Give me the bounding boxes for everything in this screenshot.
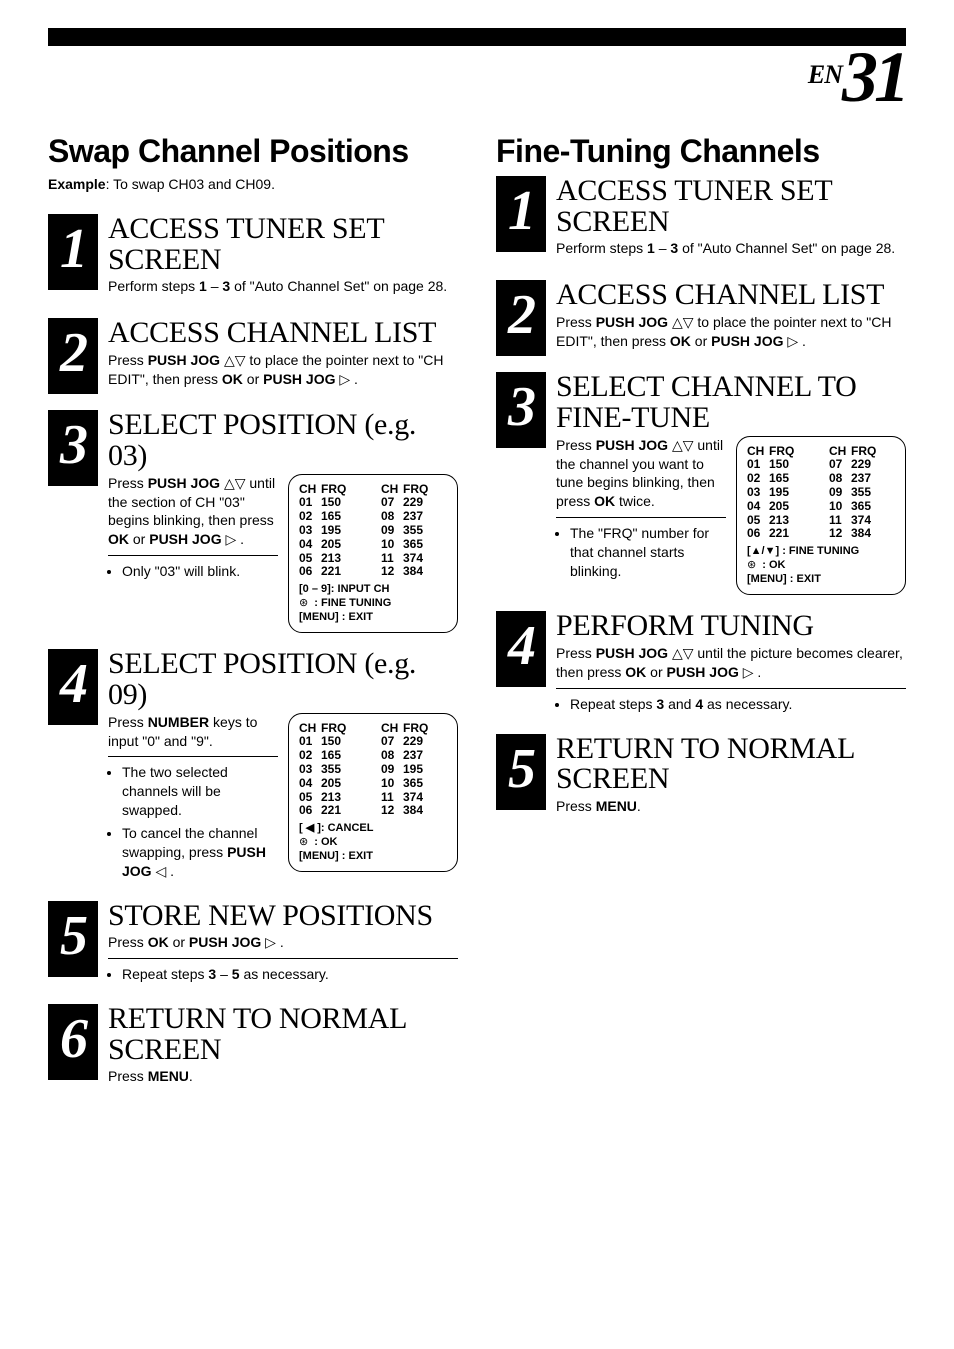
step-number: 2 (496, 280, 546, 356)
step-title: ACCESS TUNER SET SCREEN (556, 176, 906, 237)
ok-icon (299, 597, 311, 609)
step-title: RETURN TO NORMAL SCREEN (556, 734, 906, 795)
step-title: SELECT POSITION (e.g. 03) (108, 410, 458, 471)
up-icon (224, 475, 235, 491)
left-column: Swap Channel Positions Example: To swap … (48, 133, 458, 1108)
divider (108, 958, 458, 959)
step-title: SELECT POSITION (e.g. 09) (108, 649, 458, 710)
step-text: Perform steps 1 – 3 of "Auto Channel Set… (556, 239, 906, 258)
step-title: STORE NEW POSITIONS (108, 901, 458, 932)
header-bar (48, 28, 906, 46)
step-number: 4 (496, 611, 546, 687)
step-text: Press PUSH JOG until the channel you wan… (556, 436, 726, 512)
step-number: 1 (496, 176, 546, 252)
right-column: Fine-Tuning Channels 1 ACCESS TUNER SET … (496, 133, 906, 1108)
divider (556, 688, 906, 689)
note-bullet: Only "03" will blink. (122, 562, 278, 581)
osd-col-a: CHFRQ 011500216503195042050521306221 (747, 445, 813, 542)
right-icon (225, 531, 236, 547)
step-text: Press PUSH JOG until the section of CH "… (108, 474, 278, 550)
osd-col-a: CHFRQ 011500216503195042050521306221 (299, 483, 365, 580)
right-step-5: 5 RETURN TO NORMAL SCREEN Press MENU. (496, 734, 906, 822)
step-number: 1 (48, 214, 98, 290)
osd-panel: CHFRQ 011500216503195042050521306221 CHF… (736, 436, 906, 596)
step-text: Press MENU. (556, 797, 906, 816)
left-step-2: 2 ACCESS CHANNEL LIST Press PUSH JOG to … (48, 318, 458, 394)
step-number: 4 (48, 649, 98, 725)
step-title: PERFORM TUNING (556, 611, 906, 642)
up-icon (672, 437, 683, 453)
osd-footer: [ ◀ ]: CANCEL : OK [MENU] : EXIT (299, 822, 447, 863)
note-bullet: The "FRQ" number for that channel starts… (570, 524, 726, 581)
left-step-4: 4 SELECT POSITION (e.g. 09) Press NUMBER… (48, 649, 458, 884)
step-title: SELECT CHANNEL TO FINE-TUNE (556, 372, 906, 433)
swap-heading: Swap Channel Positions (48, 133, 458, 170)
down-icon (683, 314, 694, 330)
note-bullet: Repeat steps 3 and 4 as necessary. (570, 695, 906, 714)
step-text: Press PUSH JOG to place the pointer next… (556, 313, 906, 351)
up-icon (672, 645, 683, 661)
divider (556, 517, 726, 518)
page-number: EN31 (808, 36, 906, 119)
left-step-6: 6 RETURN TO NORMAL SCREEN Press MENU. (48, 1004, 458, 1092)
right-step-4: 4 PERFORM TUNING Press PUSH JOG until th… (496, 611, 906, 717)
step-number: 3 (48, 410, 98, 486)
osd-panel: CHFRQ 011500216503355042050521306221 CHF… (288, 713, 458, 873)
right-icon (787, 333, 798, 349)
step-text: Press PUSH JOG to place the pointer next… (108, 351, 458, 389)
right-icon (743, 664, 754, 680)
up-icon (672, 314, 683, 330)
right-step-3: 3 SELECT CHANNEL TO FINE-TUNE Press PUSH… (496, 372, 906, 595)
osd-col-b: CHFRQ 072290823709355103651137412384 (829, 445, 895, 542)
ok-icon (747, 559, 759, 571)
step-title: ACCESS CHANNEL LIST (108, 318, 458, 349)
note-bullet: The two selected channels will be swappe… (122, 763, 278, 820)
down-icon (235, 475, 246, 491)
osd-panel: CHFRQ 011500216503195042050521306221 CHF… (288, 474, 458, 634)
step-number: 3 (496, 372, 546, 448)
divider (108, 555, 278, 556)
step-number: 6 (48, 1004, 98, 1080)
left-icon (155, 863, 166, 879)
osd-col-b: CHFRQ 072290823709195103651137412384 (381, 722, 447, 819)
osd-col-a: CHFRQ 011500216503355042050521306221 (299, 722, 365, 819)
right-icon (265, 934, 276, 950)
step-text: Press NUMBER keys to input "0" and "9". (108, 713, 278, 751)
down-icon (235, 352, 246, 368)
step-title: ACCESS TUNER SET SCREEN (108, 214, 458, 275)
page-num: 31 (842, 37, 906, 117)
ok-icon (299, 836, 311, 848)
step-number: 5 (48, 901, 98, 977)
osd-footer: [0 – 9]: INPUT CH : FINE TUNING [MENU] :… (299, 583, 447, 624)
left-step-5: 5 STORE NEW POSITIONS Press OK or PUSH J… (48, 901, 458, 988)
step-number: 2 (48, 318, 98, 394)
step-text: Press OK or PUSH JOG . (108, 933, 458, 952)
right-icon (339, 371, 350, 387)
example-line: Example: To swap CH03 and CH09. (48, 176, 458, 192)
up-icon (224, 352, 235, 368)
note-bullet: To cancel the channel swapping, press PU… (122, 824, 278, 881)
down-icon (683, 437, 694, 453)
lang-code: EN (808, 60, 842, 89)
left-step-1: 1 ACCESS TUNER SET SCREEN Perform steps … (48, 214, 458, 302)
osd-footer: [▲/▼] : FINE TUNING : OK [MENU] : EXIT (747, 545, 895, 586)
step-number: 5 (496, 734, 546, 810)
note-bullet: Repeat steps 3 – 5 as necessary. (122, 965, 458, 984)
divider (108, 756, 278, 757)
step-title: RETURN TO NORMAL SCREEN (108, 1004, 458, 1065)
fine-tune-heading: Fine-Tuning Channels (496, 133, 906, 170)
step-text: Press MENU. (108, 1067, 458, 1086)
right-step-2: 2 ACCESS CHANNEL LIST Press PUSH JOG to … (496, 280, 906, 356)
left-step-3: 3 SELECT POSITION (e.g. 03) Press PUSH J… (48, 410, 458, 633)
step-text: Press PUSH JOG until the picture becomes… (556, 644, 906, 682)
step-text: Perform steps 1 – 3 of "Auto Channel Set… (108, 277, 458, 296)
right-step-1: 1 ACCESS TUNER SET SCREEN Perform steps … (496, 176, 906, 264)
down-icon (683, 645, 694, 661)
step-title: ACCESS CHANNEL LIST (556, 280, 906, 311)
osd-col-b: CHFRQ 072290823709355103651137412384 (381, 483, 447, 580)
